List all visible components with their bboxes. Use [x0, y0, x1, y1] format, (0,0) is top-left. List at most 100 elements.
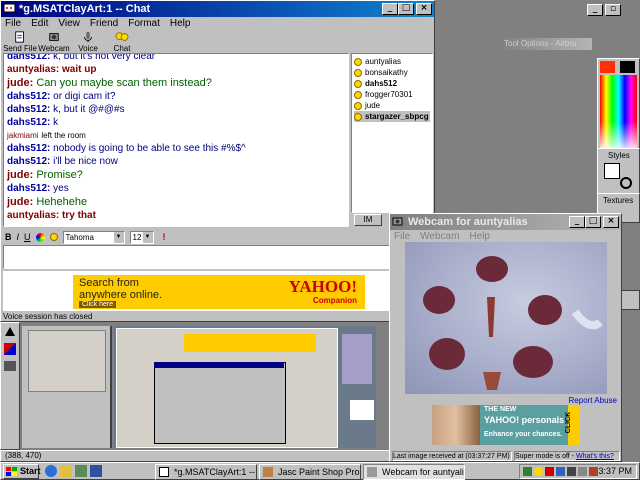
chat-message-text: nobody is going to be able to see this #…: [53, 143, 246, 154]
psp-tool-options-titlebar[interactable]: Tool Options - Airbru: [500, 38, 592, 50]
chat-message-nick[interactable]: dahs512:: [7, 143, 50, 154]
chat-message: dahs512: k, but it @#@#s: [7, 103, 246, 116]
buzz-icon[interactable]: !: [163, 232, 166, 242]
chat-window-icon: [3, 3, 16, 13]
webcam-titlebar[interactable]: Webcam for auntyalias _ □ ×: [390, 214, 621, 230]
start-button[interactable]: Start: [3, 464, 41, 479]
desktop-icon[interactable]: [75, 465, 87, 477]
nested-titlebar: [154, 362, 284, 368]
italic-button[interactable]: I: [17, 232, 20, 242]
tray-volume-icon[interactable]: [567, 467, 576, 476]
font-select[interactable]: Tahoma ▼: [62, 230, 125, 244]
chevron-down-icon: ▼: [113, 231, 124, 243]
nested-screenshot[interactable]: [114, 326, 376, 448]
bold-button[interactable]: B: [5, 232, 12, 242]
tray-antivirus-icon[interactable]: [545, 467, 554, 476]
chat-titlebar[interactable]: *g.MSATClayArt:1 -- Chat _ □ ×: [1, 1, 434, 17]
im-button[interactable]: IM: [354, 214, 382, 226]
channels-icon[interactable]: [90, 465, 102, 477]
buddy-item[interactable]: auntyalias: [354, 56, 430, 67]
webcam-close-button[interactable]: ×: [603, 216, 619, 228]
ie-icon[interactable]: [45, 465, 57, 477]
menu-file[interactable]: File: [5, 17, 21, 31]
psp-color-tool-icon[interactable]: [4, 343, 16, 355]
chat-message: jude: Can you maybe scan them instead?: [7, 76, 246, 90]
tray-messenger-icon[interactable]: [534, 467, 543, 476]
message-input[interactable]: [3, 245, 433, 269]
outlook-icon[interactable]: [60, 465, 72, 477]
chat-message-nick[interactable]: jude:: [7, 196, 33, 208]
psp-canvas-area: [22, 322, 388, 450]
webcam-button[interactable]: Webcam: [37, 31, 71, 53]
smiley-icon[interactable]: [49, 233, 58, 241]
companion-ad[interactable]: Search from anywhere online. Click here …: [3, 271, 433, 311]
webcam-minimize-button[interactable]: _: [569, 216, 585, 228]
buddy-item[interactable]: stargazer_sbpcg: [354, 111, 430, 122]
buddy-item[interactable]: dahs512: [354, 78, 430, 89]
clock[interactable]: 3:37 PM: [598, 466, 632, 476]
menu-edit[interactable]: Edit: [31, 17, 48, 31]
start-label: Start: [20, 466, 41, 476]
chat-message: dahs512: i'll be nice now: [7, 155, 246, 168]
chat-message: jakmiami left the room: [7, 129, 246, 142]
taskbar-chat-button[interactable]: *g.MSATClayArt:1 -- Chat: [155, 464, 257, 480]
chat-message-nick[interactable]: jakmiami: [7, 131, 39, 140]
psp-arrow-tool-icon[interactable]: [5, 327, 15, 336]
psp-picker-tool-icon[interactable]: [4, 361, 16, 371]
tray-display-icon[interactable]: [556, 467, 565, 476]
chat-message-nick[interactable]: auntyalias:: [7, 210, 59, 221]
chat-message-nick[interactable]: dahs512:: [7, 156, 50, 167]
personals-ad[interactable]: THE NEW YAHOO! personals Enhance your ch…: [432, 405, 580, 445]
companion-ad-click[interactable]: Click here: [79, 301, 117, 308]
chat-message-nick[interactable]: dahs512:: [7, 183, 50, 194]
chat-minimize-button[interactable]: _: [382, 3, 398, 15]
tray-app-icon[interactable]: [589, 467, 598, 476]
chat-message-nick[interactable]: auntyalias:: [7, 64, 59, 75]
whats-this-link[interactable]: What's this?: [576, 453, 614, 460]
menu-view[interactable]: View: [58, 17, 80, 31]
psp-styles-swatch[interactable]: [604, 163, 620, 179]
palette-swatch-red[interactable]: [600, 61, 615, 73]
chat-button[interactable]: Chat: [105, 31, 139, 53]
chat-log[interactable]: dahs512: k, but it's not very clear aunty…: [3, 53, 349, 227]
nested-ad: [184, 334, 316, 352]
palette-spectrum[interactable]: [600, 75, 637, 153]
send-file-button[interactable]: Send File: [3, 31, 37, 53]
tray-printer-icon[interactable]: [578, 467, 587, 476]
personals-ad-click[interactable]: CLICK: [565, 405, 580, 445]
color-icon[interactable]: [35, 232, 45, 242]
chat-message-nick[interactable]: dahs512:: [7, 54, 50, 62]
buddy-name: jude: [365, 101, 381, 110]
menu-friend[interactable]: Friend: [90, 17, 118, 31]
psp-restore-button[interactable]: ▫: [605, 4, 621, 16]
menu-format[interactable]: Format: [128, 17, 160, 31]
companion-ad-banner[interactable]: Search from anywhere online. Click here …: [73, 275, 365, 309]
buddy-list[interactable]: auntyalias bonsaikathy dahs512 frogger70301…: [351, 53, 433, 213]
buddy-item[interactable]: jude: [354, 100, 430, 111]
webcam-maximize-button[interactable]: □: [585, 216, 601, 228]
size-select[interactable]: 12 ▼: [129, 230, 154, 244]
chat-close-button[interactable]: ×: [416, 3, 432, 15]
buddy-item[interactable]: frogger70301: [354, 89, 430, 100]
psp-styles-null-icon[interactable]: [620, 177, 632, 189]
underline-button[interactable]: U: [24, 232, 31, 242]
webcam-icon: [49, 33, 59, 41]
chat-maximize-button[interactable]: □: [398, 3, 414, 15]
report-abuse-link[interactable]: Report Abuse: [569, 396, 617, 405]
tray-network-icon[interactable]: [523, 467, 532, 476]
palette-swatch-black[interactable]: [620, 61, 635, 73]
chat-message-nick[interactable]: dahs512:: [7, 104, 50, 115]
psp-tool-options-title: Tool Options - Airbru: [504, 39, 577, 48]
voice-button[interactable]: Voice: [71, 31, 105, 53]
chat-message-nick[interactable]: jude:: [7, 77, 33, 89]
chat-message-nick[interactable]: dahs512:: [7, 117, 50, 128]
menu-help[interactable]: Help: [170, 17, 191, 31]
chat-message-nick[interactable]: dahs512:: [7, 91, 50, 102]
buddy-item[interactable]: bonsaikathy: [354, 67, 430, 78]
taskbar-webcam-button[interactable]: Webcam for auntyalias: [363, 464, 465, 480]
chat-message-nick[interactable]: jude:: [7, 169, 33, 181]
taskbar-psp-button[interactable]: Jasc Paint Shop Pro - Ima...: [259, 464, 361, 480]
psp-minimize-button[interactable]: _: [587, 4, 603, 16]
chat-toolbar: Send File Webcam Voice Chat: [3, 31, 139, 53]
taskbar-chat-icon: [159, 467, 169, 477]
